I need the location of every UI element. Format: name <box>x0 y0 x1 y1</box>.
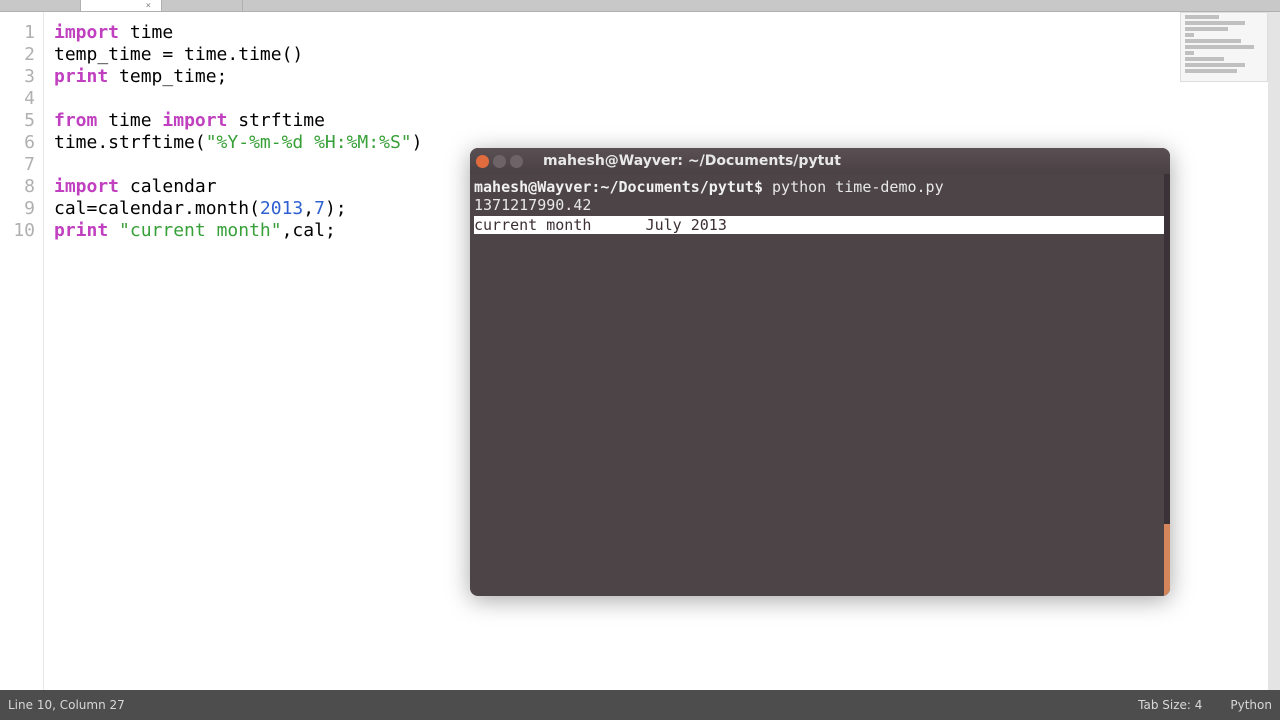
terminal-titlebar[interactable]: mahesh@Wayver: ~/Documents/pytut <box>470 148 1170 174</box>
status-tabsize[interactable]: Tab Size: 4 <box>1138 698 1202 712</box>
editor-tabbar: × <box>0 0 1280 12</box>
terminal-window[interactable]: mahesh@Wayver: ~/Documents/pytut mahesh@… <box>470 148 1170 596</box>
tab-3[interactable] <box>162 0 243 11</box>
line-number-gutter: 1 2 3 4 5 6 7 8 9 10 <box>0 12 44 690</box>
terminal-output-selected: current month July 2013 <box>474 216 1166 234</box>
scrollbar-thumb[interactable] <box>1164 524 1170 596</box>
status-bar: Line 10, Column 27 Tab Size: 4 Python <box>0 690 1280 720</box>
terminal-scrollbar[interactable] <box>1164 174 1170 596</box>
terminal-body[interactable]: mahesh@Wayver:~/Documents/pytut$ python … <box>470 174 1170 238</box>
tab-2[interactable]: × <box>81 0 162 11</box>
close-icon[interactable]: × <box>146 1 151 11</box>
close-icon[interactable] <box>476 155 489 168</box>
terminal-output: 1371217990.42 <box>474 196 591 214</box>
status-language[interactable]: Python <box>1230 698 1272 712</box>
minimize-icon[interactable] <box>493 155 506 168</box>
status-cursor-position[interactable]: Line 10, Column 27 <box>8 698 125 712</box>
terminal-title: mahesh@Wayver: ~/Documents/pytut <box>543 153 1164 169</box>
minimap[interactable] <box>1180 12 1268 82</box>
maximize-icon[interactable] <box>510 155 523 168</box>
vertical-scrollbar[interactable] <box>1268 12 1280 690</box>
tab-1[interactable] <box>0 0 81 11</box>
